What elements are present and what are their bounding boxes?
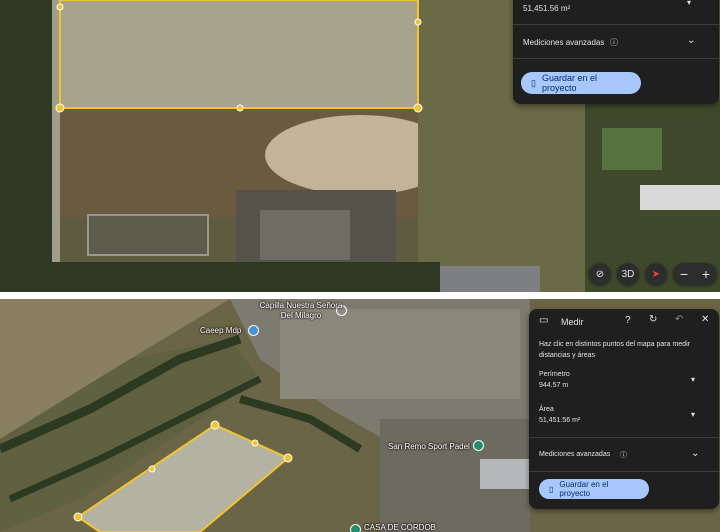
measure-title: Medir [561,317,584,327]
advanced-measurements-label: Mediciones avanzadas [539,451,611,458]
perimeter-value: 944.57 m [539,382,569,389]
advanced-measurements-row[interactable]: Mediciones avanzadas ⓘ ⌄ [513,32,719,54]
save-to-project-button[interactable]: ▯ Guardar en el proyecto [521,72,641,94]
measure-header: ▭ Medir ? ↻ ↶ ✕ [529,309,719,335]
measure-panel-bottom: ▭ Medir ? ↻ ↶ ✕ Haz clic en distintos pu… [529,309,719,509]
perimeter-row[interactable]: Perímetro 944.57 m ▾ [529,369,719,393]
chapel-label[interactable]: Capilla Nuestra Señora Del Milagro [258,301,344,321]
compass-icon[interactable]: ➤ [645,263,667,285]
save-button-label: Guardar en el proyecto [541,73,597,93]
padel-label[interactable]: San Remo Sport Padel [388,442,470,451]
save-to-project-button[interactable]: ▯ Guardar en el proyecto [539,479,649,499]
area-value: 51,451.56 m² [523,4,571,13]
map-view-bottom[interactable]: Capilla Nuestra Señora Del Milagro Caeep… [0,299,720,532]
chevron-down-icon[interactable]: ⌄ [691,448,699,459]
toggle-3d-button[interactable]: 3D [617,263,639,285]
refresh-icon[interactable]: ↻ [649,314,657,325]
casa-label[interactable]: CASA DE CORDOB [364,523,436,532]
area-label: Área [539,406,554,413]
help-icon[interactable]: ? [625,315,631,326]
area-row[interactable]: Área 51,451.56 m² ▾ [529,404,719,428]
advanced-measurements-label: Mediciones avanzadas [523,38,605,47]
zoom-in-icon[interactable]: + [702,266,710,282]
divider [513,24,719,25]
caeep-label[interactable]: Caeep Mdp [200,326,241,335]
perimeter-dropdown-icon[interactable]: ▾ [691,375,695,384]
area-dropdown-icon[interactable]: ▾ [687,0,691,7]
divider [529,471,719,472]
bookmark-icon: ▯ [531,77,536,88]
info-icon: ⓘ [620,452,627,459]
close-icon[interactable]: ✕ [701,314,709,325]
ruler-icon: ▭ [539,315,549,326]
zoom-out-icon[interactable]: − [680,266,688,282]
map-view-top[interactable]: 51,451.56 m² ▾ Mediciones avanzadas ⓘ ⌄ … [0,0,720,292]
measure-panel-top: 51,451.56 m² ▾ Mediciones avanzadas ⓘ ⌄ … [513,0,719,104]
split-divider [0,292,720,299]
divider [529,437,719,438]
info-icon: ⓘ [610,38,618,47]
compass-reset-icon[interactable]: ⊘ [589,263,611,285]
toggle-3d-label: 3D [621,268,635,280]
zoom-controls: − + [673,263,717,285]
area-value: 51,451.56 m² [539,417,581,424]
bookmark-icon: ▯ [549,484,554,494]
casa-place-icon[interactable] [350,524,361,532]
advanced-measurements-row[interactable]: Mediciones avanzadas ⓘ ⌄ [529,445,719,467]
save-button-label: Guardar en el proyecto [559,480,609,498]
measure-hint: Haz clic en distintos puntos del mapa pa… [539,341,690,359]
padel-place-icon[interactable] [473,440,484,451]
perimeter-label: Perímetro [539,371,570,378]
divider [513,58,719,59]
area-dropdown-icon[interactable]: ▾ [691,410,695,419]
caeep-place-icon[interactable] [248,325,259,336]
chevron-down-icon[interactable]: ⌄ [687,35,695,46]
undo-icon[interactable]: ↶ [675,314,683,325]
